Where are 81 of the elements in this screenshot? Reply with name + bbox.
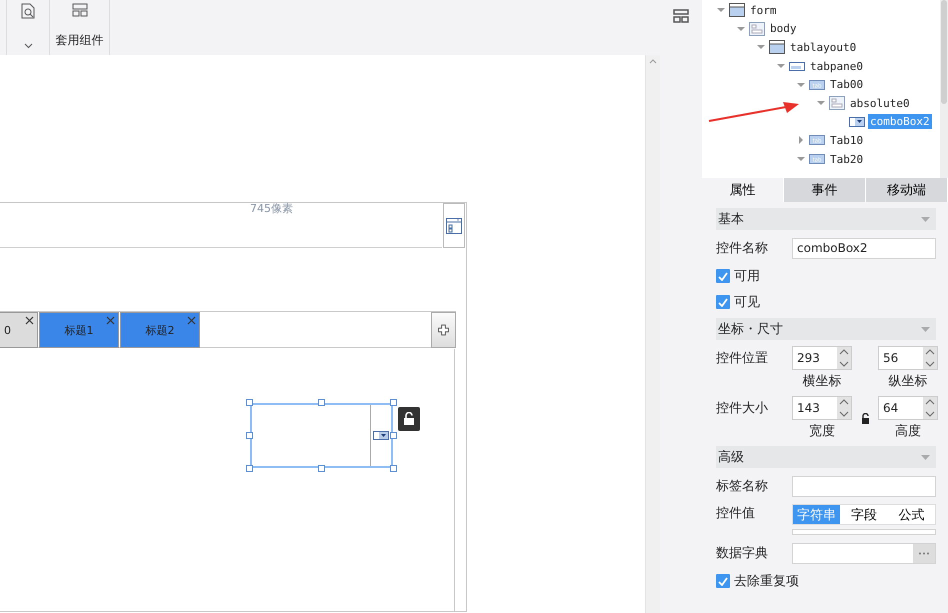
dictionary-field[interactable] xyxy=(792,542,936,564)
widget-button[interactable] xyxy=(443,203,465,248)
panel-node-icon xyxy=(749,22,765,36)
collapse-icon[interactable] xyxy=(921,216,930,222)
tree-item[interactable]: tablayout0 xyxy=(788,40,858,55)
stepper-icon[interactable] xyxy=(923,397,937,419)
field-label: 控件值 xyxy=(716,505,756,522)
section-header[interactable]: 高级 xyxy=(716,446,936,468)
checkbox[interactable] xyxy=(716,574,730,588)
field-caption: 高度 xyxy=(895,423,921,440)
text-field[interactable] xyxy=(792,476,936,496)
resize-handle[interactable] xyxy=(318,465,325,472)
add-tab-button[interactable] xyxy=(431,312,456,348)
text-field[interactable] xyxy=(792,529,936,535)
apply-component-label[interactable]: 套用组件 xyxy=(56,32,104,49)
panel-node-icon xyxy=(829,96,845,110)
unlock-icon xyxy=(403,412,415,426)
checkbox[interactable] xyxy=(716,295,730,309)
checkbox-label: 可用 xyxy=(734,268,760,285)
resize-handle[interactable] xyxy=(390,432,397,439)
expand-icon[interactable] xyxy=(796,135,806,146)
tree-item[interactable]: absolute0 xyxy=(848,96,912,111)
number-field[interactable]: 143 xyxy=(792,396,852,420)
form-node-icon xyxy=(729,3,745,18)
field-label: 标签名称 xyxy=(716,478,769,495)
more-icon[interactable] xyxy=(918,552,930,554)
tree-item[interactable]: Tab20 xyxy=(828,152,866,167)
field-label: 控件位置 xyxy=(716,350,769,367)
preview-icon[interactable] xyxy=(21,3,35,19)
property-tab[interactable]: 事件 xyxy=(784,178,866,202)
tree-item[interactable]: tabpane0 xyxy=(808,58,865,74)
resize-handle[interactable] xyxy=(390,465,397,472)
layout-icon[interactable] xyxy=(72,3,88,17)
combo-box-widget[interactable] xyxy=(250,403,393,468)
collapse-icon[interactable] xyxy=(921,326,930,332)
section-header[interactable]: 基本 xyxy=(716,208,936,230)
tree-item[interactable]: Tab00 xyxy=(828,77,866,92)
checkbox-label: 去除重复项 xyxy=(734,573,799,590)
lock-button[interactable] xyxy=(398,407,420,431)
text-field[interactable]: comboBox2 xyxy=(792,238,936,258)
tab[interactable]: 标题1 xyxy=(39,312,119,348)
form-node-icon xyxy=(769,40,785,54)
property-tab[interactable]: 移动端 xyxy=(866,178,948,202)
field-caption: 宽度 xyxy=(809,423,835,440)
close-icon[interactable] xyxy=(25,316,34,325)
layout-icon[interactable] xyxy=(673,9,689,23)
field-label: 数据字典 xyxy=(716,545,769,562)
field-label: 控件名称 xyxy=(716,240,769,257)
stepper-icon[interactable] xyxy=(837,347,851,369)
section-header[interactable]: 坐标・尺寸 xyxy=(716,318,936,340)
stepper-icon[interactable] xyxy=(837,397,851,419)
checkbox[interactable] xyxy=(716,269,730,283)
width-label: 745像素 xyxy=(250,201,293,216)
widget-icon xyxy=(446,218,462,234)
tree-item[interactable]: body xyxy=(768,21,798,36)
resize-handle[interactable] xyxy=(246,465,253,472)
unlock-icon[interactable] xyxy=(860,412,870,424)
tab[interactable]: 0 xyxy=(0,312,38,348)
scrollbar[interactable] xyxy=(645,55,660,613)
tab[interactable]: 标题2 xyxy=(120,312,200,348)
resize-handle[interactable] xyxy=(246,432,253,439)
resize-handle[interactable] xyxy=(246,399,253,406)
checkbox-label: 可见 xyxy=(734,294,760,311)
dropdown-icon xyxy=(373,431,389,440)
scrollbar[interactable] xyxy=(940,0,948,178)
combo-node-icon xyxy=(849,114,865,129)
collapse-icon[interactable] xyxy=(921,454,930,460)
tabpane-node-icon xyxy=(789,59,805,74)
field-caption: 纵坐标 xyxy=(888,373,928,390)
resize-handle[interactable] xyxy=(318,399,325,406)
resize-handle[interactable] xyxy=(390,399,397,406)
stepper-icon[interactable] xyxy=(923,347,937,369)
tree-item[interactable]: Tab10 xyxy=(828,132,866,148)
field-label: 控件大小 xyxy=(716,400,769,417)
field-caption: 横坐标 xyxy=(802,373,842,390)
scroll-up-icon[interactable] xyxy=(649,59,657,64)
number-field[interactable]: 64 xyxy=(878,396,938,420)
number-field[interactable]: 56 xyxy=(878,346,938,370)
tree-item[interactable]: form xyxy=(748,2,778,18)
number-field[interactable]: 293 xyxy=(792,346,852,370)
caret-icon[interactable] xyxy=(24,43,32,49)
